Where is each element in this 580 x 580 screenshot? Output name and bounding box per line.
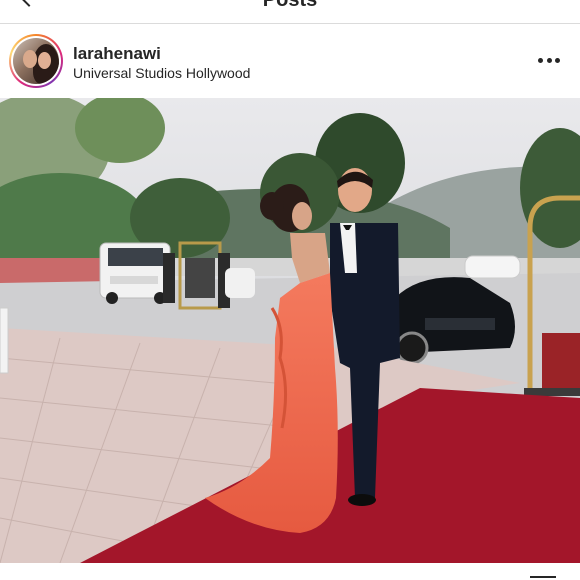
username-link[interactable]: larahenawi: [73, 44, 161, 64]
bookmark-icon[interactable]: [530, 576, 556, 578]
post-photo[interactable]: [0, 98, 580, 563]
photo-illustration: [0, 98, 580, 563]
page-title: Posts: [262, 0, 318, 11]
avatar[interactable]: [13, 38, 59, 84]
story-ring[interactable]: [9, 34, 63, 88]
post-header: larahenawi Universal Studios Hollywood: [0, 25, 580, 98]
top-navigation-bar: Posts: [0, 0, 580, 24]
more-options-icon[interactable]: [538, 58, 560, 64]
location-link[interactable]: Universal Studios Hollywood: [73, 65, 250, 81]
action-bar: [0, 563, 580, 580]
